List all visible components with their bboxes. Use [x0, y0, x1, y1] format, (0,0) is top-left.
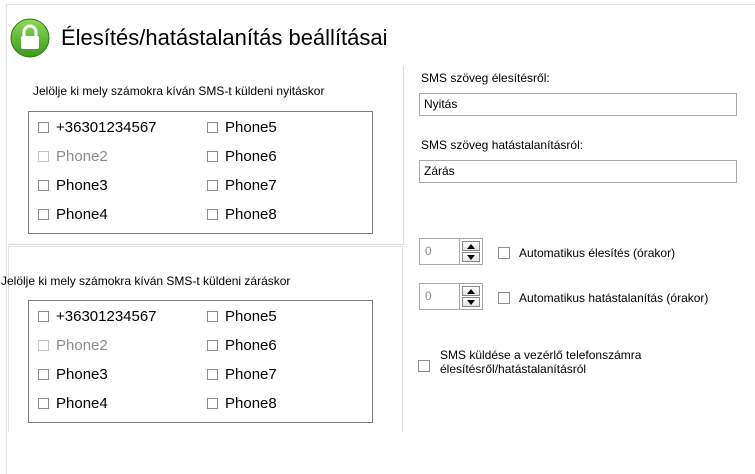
checkbox-box[interactable] — [207, 310, 218, 322]
auto-arm-label: Automatikus élesítés (órakor) — [519, 246, 676, 260]
checkbox-box[interactable] — [38, 179, 49, 191]
checkbox-box[interactable] — [38, 208, 49, 220]
spin-up-button[interactable] — [462, 241, 480, 251]
checkbox-box[interactable] — [207, 339, 218, 351]
page-title: Élesítés/hatástalanítás beállításai — [61, 25, 388, 50]
disarming-phone-6-checkbox[interactable]: Phone6 — [207, 334, 277, 356]
checkbox-box[interactable] — [38, 310, 49, 322]
phone-label: Phone5 — [225, 307, 277, 325]
checkbox-box[interactable] — [207, 179, 218, 191]
disarming-phone-7-checkbox[interactable]: Phone7 — [207, 363, 277, 385]
phone-label: Phone5 — [225, 118, 277, 136]
lock-icon — [10, 18, 50, 58]
arming-phone-4-checkbox[interactable]: Phone4 — [38, 203, 108, 225]
disarming-phone-5-checkbox[interactable]: Phone5 — [207, 305, 277, 327]
disarming-phone-group: Jelölje ki mely számokra kíván SMS-t kül… — [1, 246, 403, 432]
checkbox-box[interactable] — [207, 208, 218, 220]
disarming-phone-1-checkbox[interactable]: +36301234567 — [38, 305, 157, 327]
checkbox-box[interactable] — [418, 360, 430, 372]
checkbox-box[interactable] — [207, 368, 218, 380]
checkbox-box[interactable] — [38, 150, 49, 162]
checkbox-box[interactable] — [207, 150, 218, 162]
disarming-phone-4-checkbox[interactable]: Phone4 — [38, 392, 108, 414]
phone-label: Phone8 — [225, 205, 277, 223]
auto-disarm-checkbox[interactable]: Automatikus hatástalanítás (órakor) — [498, 291, 708, 305]
phone-label: Phone3 — [56, 365, 108, 383]
arming-phone-6-checkbox[interactable]: Phone6 — [207, 145, 277, 167]
phone-label: Phone4 — [56, 394, 108, 412]
phone-label: +36301234567 — [56, 307, 157, 325]
arrow-up-icon — [467, 244, 475, 249]
checkbox-box[interactable] — [38, 121, 49, 133]
phone-label: Phone2 — [56, 147, 108, 165]
sms-disarm-text-input[interactable]: Zárás — [419, 160, 737, 183]
sms-arm-text-label: SMS szöveg élesítésről: — [421, 71, 550, 85]
phone-label: Phone7 — [225, 176, 277, 194]
arming-phone-5-checkbox[interactable]: Phone5 — [207, 116, 277, 138]
spin-down-button[interactable] — [462, 297, 480, 307]
sms-to-controller-label: SMS küldése a vezérlő telefonszámra éles… — [440, 348, 642, 376]
sms-disarm-text-label: SMS szöveg hatástalanításról: — [421, 138, 584, 152]
phone-label: +36301234567 — [56, 118, 157, 136]
checkbox-box[interactable] — [498, 292, 510, 304]
checkbox-box[interactable] — [38, 339, 49, 351]
disarming-phone-8-checkbox[interactable]: Phone8 — [207, 392, 277, 414]
auto-arm-hour-value[interactable]: 0 — [419, 238, 459, 265]
auto-arm-spin-buttons — [459, 238, 483, 265]
auto-arm-checkbox[interactable]: Automatikus élesítés (órakor) — [498, 246, 675, 260]
checkbox-box[interactable] — [38, 397, 49, 409]
auto-disarm-hour-value[interactable]: 0 — [419, 283, 459, 310]
disarming-phone-2-checkbox[interactable]: Phone2 — [38, 334, 108, 356]
phone-label: Phone2 — [56, 336, 108, 354]
sms-arm-text-input[interactable]: Nyitás — [419, 93, 737, 116]
arming-phone-3-checkbox[interactable]: Phone3 — [38, 174, 108, 196]
spin-up-button[interactable] — [462, 286, 480, 296]
disarming-phone-3-checkbox[interactable]: Phone3 — [38, 363, 108, 385]
phone-label: Phone7 — [225, 365, 277, 383]
spin-down-button[interactable] — [462, 252, 480, 262]
arming-phone-list: +36301234567 Phone2 Phone3 Phone4 Phone5… — [28, 111, 373, 234]
checkbox-box[interactable] — [38, 368, 49, 380]
auto-disarm-hour-spinner[interactable]: 0 — [419, 283, 483, 310]
auto-arm-hour-spinner[interactable]: 0 — [419, 238, 483, 265]
phone-label: Phone3 — [56, 176, 108, 194]
arming-group-label: Jelölje ki mely számokra kíván SMS-t kül… — [33, 84, 325, 98]
phone-label: Phone6 — [225, 336, 277, 354]
auto-disarm-spin-buttons — [459, 283, 483, 310]
phone-label: Phone4 — [56, 205, 108, 223]
checkbox-box[interactable] — [498, 247, 510, 259]
checkbox-box[interactable] — [207, 121, 218, 133]
disarming-phone-list: +36301234567 Phone2 Phone3 Phone4 Phone5… — [28, 300, 373, 423]
auto-disarm-label: Automatikus hatástalanítás (órakor) — [519, 291, 709, 305]
arming-phone-1-checkbox[interactable]: +36301234567 — [38, 116, 157, 138]
phone-label: Phone8 — [225, 394, 277, 412]
arming-phone-7-checkbox[interactable]: Phone7 — [207, 174, 277, 196]
arrow-down-icon — [467, 300, 475, 305]
arrow-up-icon — [467, 289, 475, 294]
arming-phone-2-checkbox[interactable]: Phone2 — [38, 145, 108, 167]
checkbox-box[interactable] — [207, 397, 218, 409]
arrow-down-icon — [467, 255, 475, 260]
arming-phone-group: Jelölje ki mely számokra kíván SMS-t kül… — [8, 66, 404, 245]
arming-phone-8-checkbox[interactable]: Phone8 — [207, 203, 277, 225]
phone-label: Phone6 — [225, 147, 277, 165]
disarming-group-label: Jelölje ki mely számokra kíván SMS-t kül… — [1, 274, 291, 288]
sms-to-controller-checkbox[interactable]: SMS küldése a vezérlő telefonszámra éles… — [418, 348, 740, 376]
